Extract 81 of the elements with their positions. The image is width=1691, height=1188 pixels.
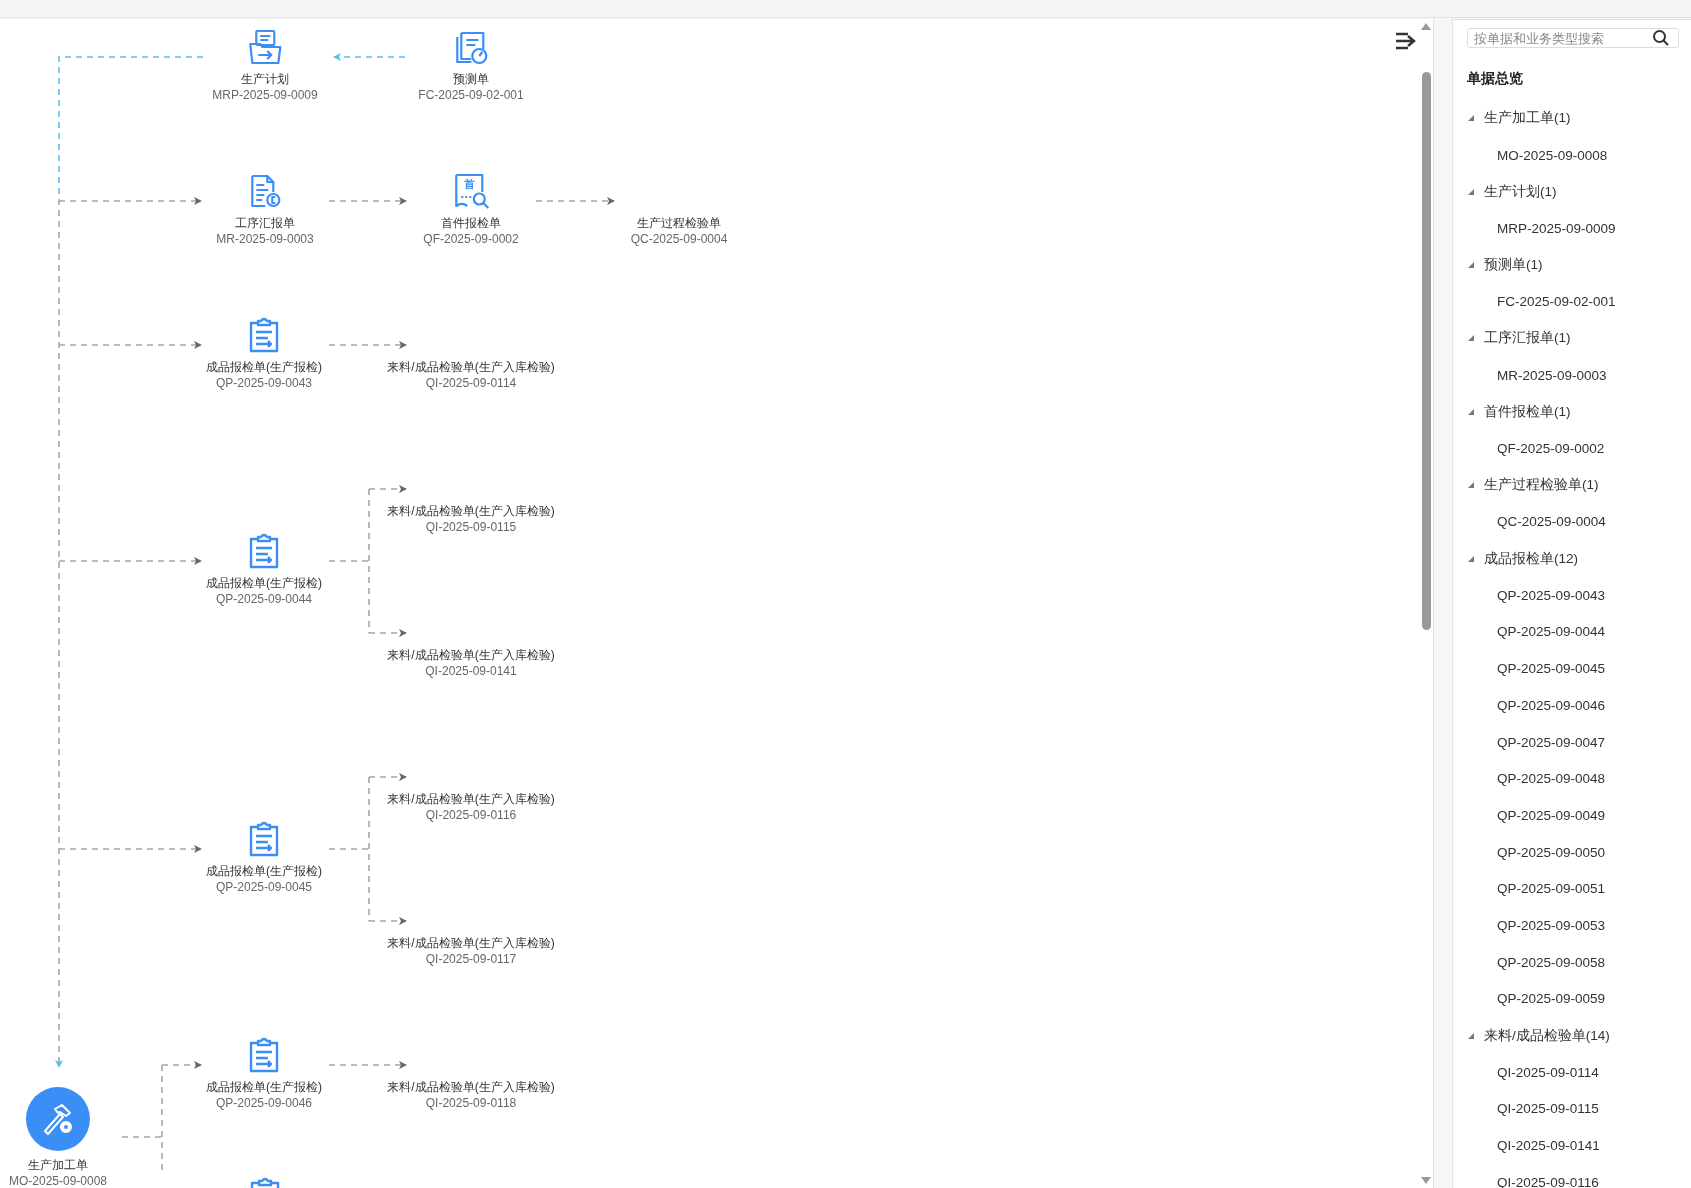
document-type-label: 首件报检单	[441, 215, 501, 231]
tree-group[interactable]: 工序汇报单(1)	[1484, 329, 1571, 348]
document-number[interactable]: QI-2025-09-0117	[425, 951, 517, 968]
tree-item[interactable]: FC-2025-09-02-001	[1497, 294, 1616, 310]
document-type-label: 来料/成品检验单(生产入库检验)	[387, 503, 555, 519]
scrollbar[interactable]	[1419, 23, 1433, 1184]
document-type-label: 生产计划	[241, 71, 289, 87]
folder-document-icon[interactable]	[247, 29, 283, 65]
search-field[interactable]: 按单据和业务类型搜索	[1467, 28, 1679, 48]
tree-group[interactable]: 成品报检单(12)	[1484, 549, 1578, 568]
caret-icon[interactable]	[1467, 187, 1475, 196]
document-type-label: 来料/成品检验单(生产入库检验)	[387, 791, 555, 807]
document-number[interactable]: MRP-2025-09-0009	[212, 87, 318, 104]
tree-item[interactable]: QP-2025-09-0059	[1497, 991, 1606, 1007]
tree-item[interactable]: MR-2025-09-0003	[1497, 367, 1607, 383]
tree-group[interactable]: 生产计划(1)	[1484, 182, 1557, 201]
document-type-label: 生产加工单	[28, 1157, 88, 1173]
tree-heading: 单据总览	[1467, 70, 1524, 88]
document-type-label: 成品报检单(生产报检)	[206, 1079, 322, 1095]
tree-item[interactable]: QC-2025-09-0004	[1497, 514, 1606, 530]
document-number[interactable]: QP-2025-09-0046	[215, 1095, 313, 1112]
tree-item[interactable]: QP-2025-09-0049	[1497, 807, 1606, 823]
document-type-label: 来料/成品检验单(生产入库检验)	[387, 359, 555, 375]
tree-item[interactable]: MO-2025-09-0008	[1497, 147, 1608, 163]
document-type-label: 成品报检单(生产报检)	[206, 863, 322, 879]
tree-item[interactable]: QP-2025-09-0058	[1497, 954, 1606, 970]
tree-item[interactable]: QI-2025-09-0115	[1497, 1101, 1599, 1117]
document-gauge-icon[interactable]	[453, 29, 489, 65]
tree-item[interactable]: QI-2025-09-0114	[1497, 1064, 1599, 1080]
caret-icon[interactable]	[1467, 554, 1475, 563]
connector-arrow	[368, 917, 407, 925]
document-type-label: 生产过程检验单	[637, 215, 721, 231]
tree-item[interactable]: QP-2025-09-0051	[1497, 881, 1606, 897]
tree-item[interactable]: QI-2025-09-0141	[1497, 1138, 1600, 1154]
document-number[interactable]: QI-2025-09-0141	[425, 663, 517, 680]
caret-icon[interactable]	[1467, 261, 1475, 270]
caret-icon[interactable]	[1467, 481, 1475, 490]
caret-icon[interactable]	[1467, 114, 1475, 123]
tree-item[interactable]: QP-2025-09-0045	[1497, 661, 1606, 677]
document-number[interactable]: QF-2025-09-0002	[423, 231, 519, 248]
tree-item[interactable]: QP-2025-09-0043	[1497, 587, 1606, 603]
menu-icon[interactable]	[1396, 32, 1416, 50]
document-type-label: 成品报检单(生产报检)	[206, 575, 322, 591]
document-number[interactable]: QI-2025-09-0116	[425, 807, 517, 824]
connector-arrow	[161, 1061, 202, 1069]
caret-icon[interactable]	[1467, 334, 1475, 343]
tree-group[interactable]: 首件报检单(1)	[1484, 402, 1571, 421]
connector-arrow	[368, 773, 407, 781]
tree-item[interactable]: QP-2025-09-0050	[1497, 844, 1606, 860]
tree-item[interactable]: QF-2025-09-0002	[1497, 441, 1605, 457]
document-type-label: 来料/成品检验单(生产入库检验)	[387, 935, 555, 951]
search-icon[interactable]	[1652, 29, 1670, 47]
document-number[interactable]: FC-2025-09-02-001	[418, 87, 524, 104]
document-type-label: 成品报检单(生产报检)	[206, 359, 322, 375]
document-number[interactable]: QP-2025-09-0043	[215, 375, 313, 392]
tree-group[interactable]: 来料/成品检验单(14)	[1484, 1026, 1610, 1045]
tree-group[interactable]: 生产加工单(1)	[1484, 109, 1571, 128]
document-type-label: 工序汇报单	[235, 215, 295, 231]
caret-icon[interactable]	[1467, 1031, 1475, 1040]
document-number[interactable]: MO-2025-09-0008	[8, 1173, 108, 1188]
document-number[interactable]: QI-2025-09-0114	[425, 375, 517, 392]
tree-group[interactable]: 预测单(1)	[1484, 256, 1543, 275]
document-number[interactable]: QC-2025-09-0004	[630, 231, 728, 248]
document-number[interactable]: QI-2025-09-0115	[425, 519, 517, 536]
tree-item[interactable]: QP-2025-09-0048	[1497, 771, 1606, 787]
tree-item[interactable]: MRP-2025-09-0009	[1497, 220, 1616, 236]
tree-item[interactable]: QP-2025-09-0046	[1497, 697, 1606, 713]
tree-item[interactable]: QP-2025-09-0047	[1497, 734, 1606, 750]
tree-group[interactable]: 生产过程检验单(1)	[1484, 476, 1599, 495]
connector-arrow	[368, 629, 407, 637]
document-number[interactable]: QP-2025-09-0045	[215, 879, 313, 896]
document-type-label: 来料/成品检验单(生产入库检验)	[387, 1079, 555, 1095]
document-number[interactable]: MR-2025-09-0003	[216, 231, 314, 248]
tree-item[interactable]: QP-2025-09-0044	[1497, 624, 1606, 640]
document-number[interactable]: QI-2025-09-0118	[425, 1095, 517, 1112]
document-type-label: 来料/成品检验单(生产入库检验)	[387, 647, 555, 663]
document-type-label: 预测单	[453, 71, 489, 87]
tree-item[interactable]: QP-2025-09-0053	[1497, 917, 1606, 933]
caret-icon[interactable]	[1467, 407, 1475, 416]
connector-arrow	[368, 485, 407, 493]
document-number[interactable]: QP-2025-09-0044	[215, 591, 313, 608]
